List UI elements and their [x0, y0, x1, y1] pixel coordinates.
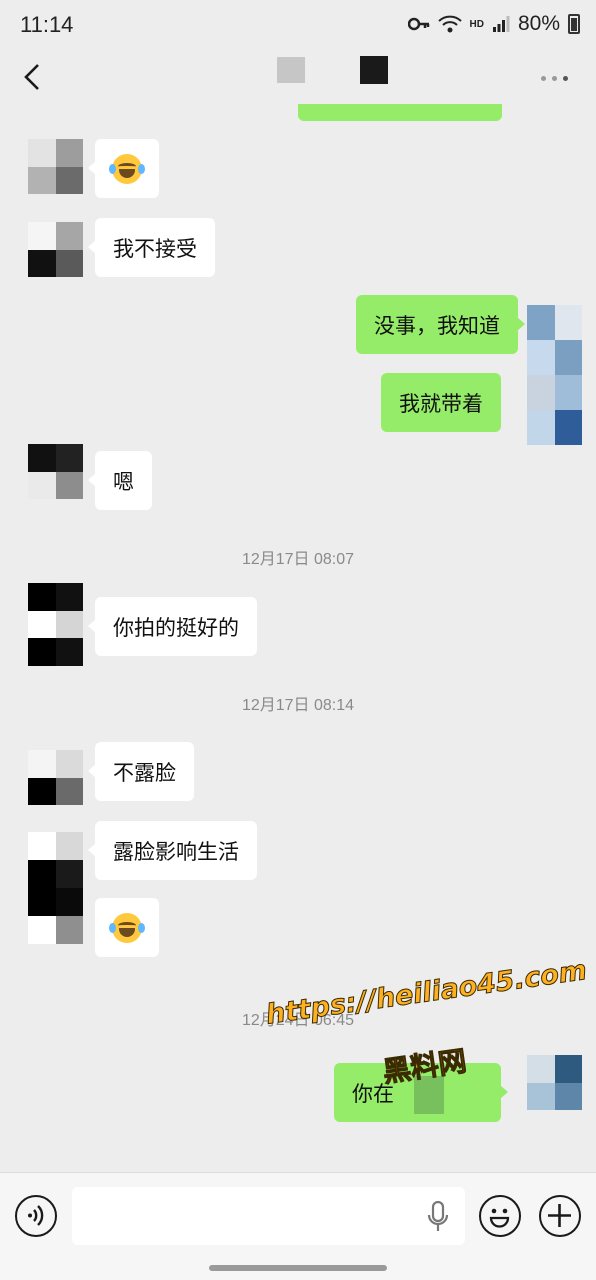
voice-icon[interactable]	[15, 1195, 57, 1237]
avatar[interactable]	[28, 444, 83, 499]
message-input[interactable]	[72, 1187, 465, 1245]
avatar[interactable]	[28, 750, 83, 805]
more-dots-icon[interactable]	[541, 76, 568, 81]
status-bar: 11:14 HD 80%	[0, 0, 596, 52]
message-text: 不露脸	[113, 760, 176, 785]
message-bubble[interactable]: 嗯	[88, 451, 152, 510]
input-bar	[0, 1172, 596, 1280]
message-bubble[interactable]	[88, 139, 159, 198]
battery-icon	[568, 14, 580, 34]
timestamp: 12月17日 08:14	[241, 697, 355, 714]
message-text: 你拍的挺好的	[113, 615, 239, 640]
contact-name-censored	[360, 56, 388, 84]
message-text: 我不接受	[113, 236, 197, 261]
emoji-icon[interactable]	[479, 1195, 521, 1237]
avatar-self[interactable]	[527, 305, 582, 445]
status-icons: HD 80%	[407, 12, 580, 36]
message-bubble[interactable]: 我就带着	[381, 373, 501, 432]
battery-percent: 80%	[517, 12, 560, 35]
chevron-left-icon[interactable]	[18, 62, 48, 92]
key-icon	[407, 17, 429, 31]
face-with-tears-of-joy-icon	[109, 912, 145, 943]
message-bubble[interactable]: 没事，我知道	[356, 295, 525, 354]
message-text: 我就带着	[399, 391, 483, 416]
previous-message-bubble[interactable]	[298, 104, 502, 121]
message-bubble[interactable]	[95, 898, 159, 957]
avatar[interactable]	[28, 583, 83, 666]
message-bubble[interactable]: 你拍的挺好的	[88, 597, 257, 656]
signal-icon	[492, 16, 510, 32]
home-indicator[interactable]	[209, 1265, 387, 1271]
avatar-self[interactable]	[527, 1055, 582, 1110]
avatar[interactable]	[28, 139, 83, 194]
avatar[interactable]	[28, 832, 83, 944]
message-text: 嗯	[113, 469, 134, 494]
message-text: 没事，我知道	[374, 313, 500, 338]
message-bubble[interactable]: 我不接受	[88, 218, 215, 277]
status-time: 11:14	[20, 12, 74, 37]
contact-name-censored	[277, 57, 305, 83]
mic-icon[interactable]	[427, 1201, 449, 1233]
avatar[interactable]	[28, 222, 83, 277]
face-with-tears-of-joy-icon	[109, 153, 145, 184]
message-text: 露脸影响生活	[113, 839, 239, 864]
plus-icon[interactable]	[539, 1195, 581, 1237]
message-bubble[interactable]: 露脸影响生活	[88, 821, 257, 880]
message-bubble[interactable]: 不露脸	[88, 742, 194, 801]
wifi-icon	[437, 15, 462, 33]
timestamp: 12月17日 08:07	[241, 551, 355, 568]
hd-badge: HD	[469, 18, 484, 30]
